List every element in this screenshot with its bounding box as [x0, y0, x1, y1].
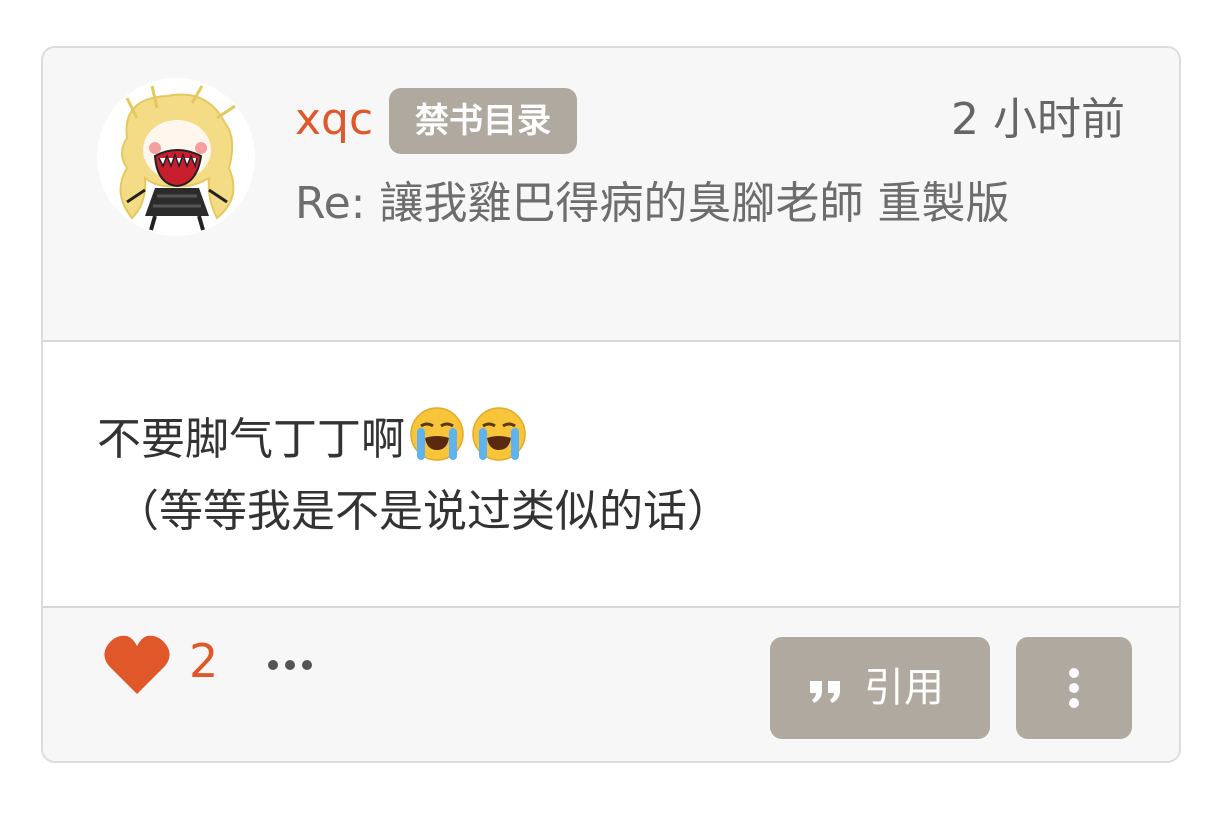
post-text-line-2: （等等我是不是说过类似的话）	[115, 486, 731, 537]
post-card: xqc 禁书目录 2 小时前 Re: 讓我雞巴得病的臭腳老師 重製版 不要脚气丁…	[41, 46, 1181, 763]
quote-icon	[810, 681, 840, 703]
reply-thread-title[interactable]: Re: 讓我雞巴得病的臭腳老師 重製版	[295, 166, 1095, 242]
kebab-menu-icon	[1069, 668, 1079, 708]
post-timestamp[interactable]: 2 小时前	[951, 92, 1125, 148]
ellipsis-icon[interactable]	[267, 658, 313, 672]
post-menu-button[interactable]	[1016, 637, 1132, 739]
quote-button-label: 引用	[864, 665, 944, 711]
post-header: xqc 禁书目录 2 小时前 Re: 讓我雞巴得病的臭腳老師 重製版	[43, 48, 1179, 342]
post-text-line-1: 不要脚气丁丁啊	[97, 404, 529, 470]
user-avatar[interactable]	[97, 78, 255, 236]
quote-button[interactable]: 引用	[770, 637, 990, 739]
post-actions: 2 引用	[43, 608, 1179, 761]
post-body: 不要脚气丁丁啊 （等等我是不是说过类似的话）	[43, 342, 1179, 608]
heart-icon[interactable]	[103, 634, 171, 696]
like-count[interactable]: 2	[189, 630, 218, 692]
loudly-crying-face-icon	[410, 407, 464, 461]
avatar-illustration	[119, 85, 236, 231]
user-group-badge: 禁书目录	[389, 88, 577, 154]
loudly-crying-face-icon	[472, 407, 526, 461]
post-text-content: 不要脚气丁丁啊	[97, 414, 405, 465]
username-link[interactable]: xqc	[295, 92, 373, 148]
